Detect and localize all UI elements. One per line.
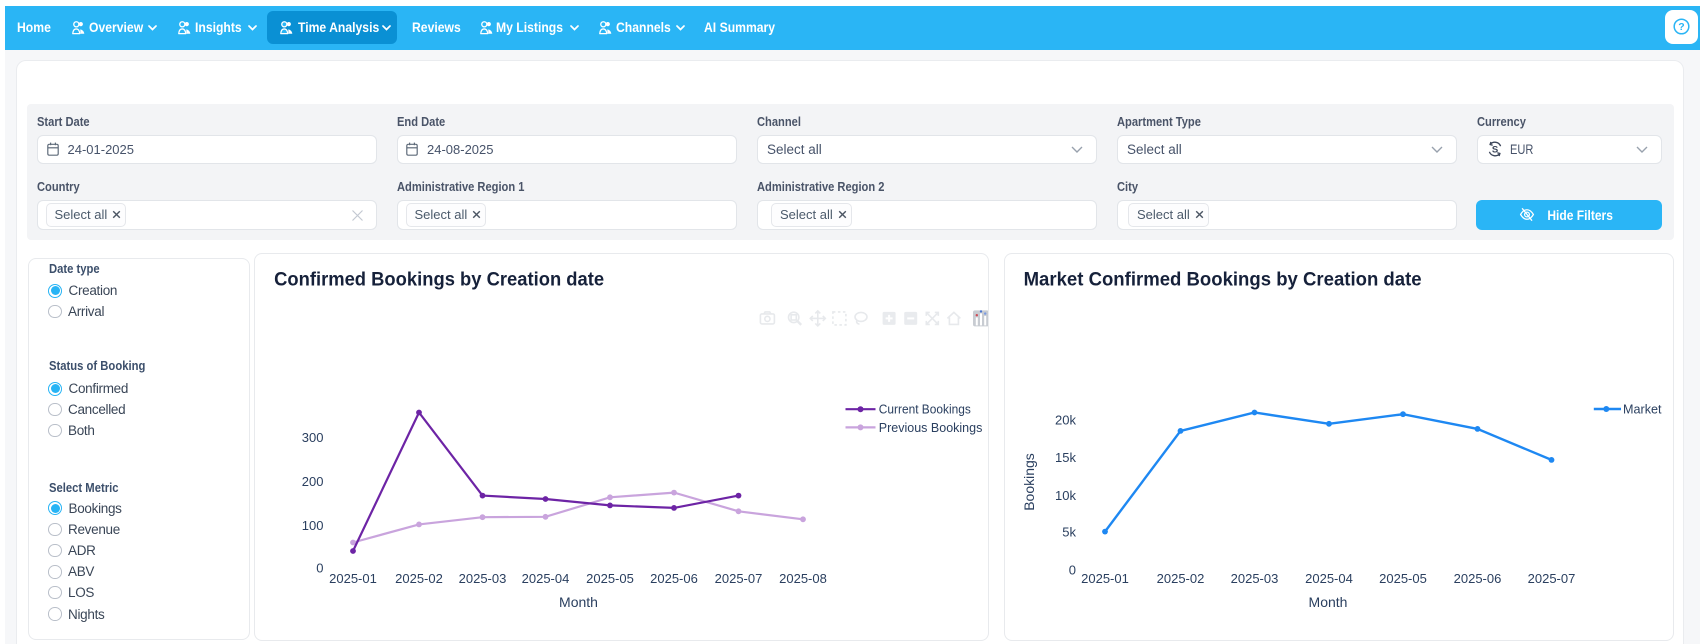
svg-text:Month: Month [559, 594, 598, 610]
svg-text:Month: Month [1309, 594, 1348, 610]
svg-text:2025-03: 2025-03 [458, 571, 506, 586]
svg-text:2025-04: 2025-04 [521, 571, 569, 586]
svg-text:Previous Bookings: Previous Bookings [878, 421, 982, 435]
svg-text:2025-02: 2025-02 [395, 571, 443, 586]
svg-text:20k: 20k [1055, 413, 1076, 428]
svg-text:200: 200 [301, 474, 323, 489]
svg-text:300: 300 [301, 430, 323, 445]
svg-text:2025-07: 2025-07 [1528, 571, 1576, 586]
svg-text:2025-04: 2025-04 [1305, 571, 1353, 586]
svg-text:5k: 5k [1062, 524, 1076, 539]
svg-text:0: 0 [316, 561, 323, 576]
svg-text:2025-06: 2025-06 [1454, 571, 1502, 586]
svg-text:2025-01: 2025-01 [329, 571, 377, 586]
svg-text:?: ? [1678, 21, 1684, 33]
svg-text:S: S [1492, 145, 1498, 156]
svg-text:Confirmed Bookings by Creation: Confirmed Bookings by Creation date [274, 269, 604, 291]
svg-text:15k: 15k [1055, 450, 1076, 465]
svg-text:Current Bookings: Current Bookings [878, 403, 970, 417]
svg-text:2025-06: 2025-06 [650, 571, 698, 586]
svg-text:2025-07: 2025-07 [714, 571, 762, 586]
svg-text:100: 100 [301, 518, 323, 533]
svg-text:2025-01: 2025-01 [1081, 571, 1129, 586]
svg-text:0: 0 [1069, 562, 1076, 577]
svg-text:2025-05: 2025-05 [586, 571, 634, 586]
svg-text:2025-02: 2025-02 [1157, 571, 1205, 586]
svg-text:2025-05: 2025-05 [1379, 571, 1427, 586]
svg-text:Market Confirmed Bookings by C: Market Confirmed Bookings by Creation da… [1024, 269, 1422, 291]
svg-text:Market: Market [1623, 403, 1662, 417]
svg-text:10k: 10k [1055, 488, 1076, 503]
svg-text:Bookings: Bookings [1021, 453, 1037, 511]
svg-text:2025-03: 2025-03 [1231, 571, 1279, 586]
svg-text:2025-08: 2025-08 [779, 571, 827, 586]
